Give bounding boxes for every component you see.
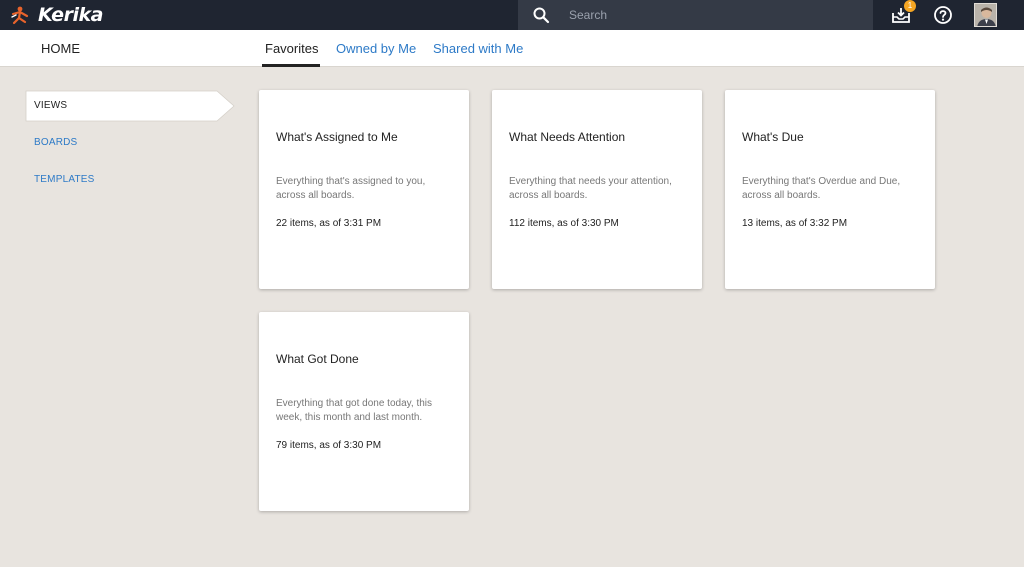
active-tab-indicator [262, 64, 320, 67]
kerika-logo-icon [11, 6, 29, 25]
card-item-count: 79 items, as of 3:30 PM [276, 440, 382, 451]
avatar[interactable] [974, 3, 997, 27]
card-whats-assigned-to-me[interactable]: What's Assigned to Me Everything that's … [259, 90, 469, 289]
card-description: Everything that's Overdue and Due, acros… [742, 176, 901, 201]
search-input[interactable] [569, 3, 849, 27]
app-logo[interactable]: Kerika [10, 2, 103, 28]
inbox-badge: 1 [904, 0, 916, 12]
nav-bar: HOME Favorites Owned by Me Shared with M… [0, 30, 1024, 67]
sidebar-item-views[interactable]: VIEWS [25, 90, 235, 122]
card-description: Everything that's assigned to you, acros… [276, 176, 426, 201]
user-photo [975, 4, 996, 26]
card-description: Everything that needs your attention, ac… [509, 176, 672, 201]
card-title: What Needs Attention [509, 130, 626, 144]
card-item-count: 112 items, as of 3:30 PM [509, 218, 619, 229]
card-description: Everything that got done today, this wee… [276, 398, 433, 423]
home-link[interactable]: HOME [41, 41, 80, 56]
help-icon [934, 6, 952, 24]
card-title: What's Due [742, 130, 804, 144]
help-button[interactable] [932, 4, 954, 26]
card-what-needs-attention[interactable]: What Needs Attention Everything that nee… [492, 90, 702, 289]
sidebar-item-templates[interactable]: TEMPLATES [34, 174, 95, 185]
card-item-count: 22 items, as of 3:31 PM [276, 218, 382, 229]
card-item-count: 13 items, as of 3:32 PM [742, 218, 848, 229]
card-title: What Got Done [276, 352, 359, 366]
search-icon [533, 7, 550, 24]
sidebar-item-boards[interactable]: BOARDS [34, 137, 77, 148]
sidebar-item-label: VIEWS [34, 100, 68, 111]
top-bar: Kerika 1 [0, 0, 1024, 30]
app-name: Kerika [38, 4, 103, 26]
tab-owned-by-me[interactable]: Owned by Me [336, 41, 416, 56]
tab-favorites[interactable]: Favorites [265, 41, 318, 56]
card-title: What's Assigned to Me [276, 130, 398, 144]
tab-shared-with-me[interactable]: Shared with Me [433, 41, 523, 56]
search-box[interactable] [518, 0, 873, 30]
card-whats-due[interactable]: What's Due Everything that's Overdue and… [725, 90, 935, 289]
card-what-got-done[interactable]: What Got Done Everything that got done t… [259, 312, 469, 511]
